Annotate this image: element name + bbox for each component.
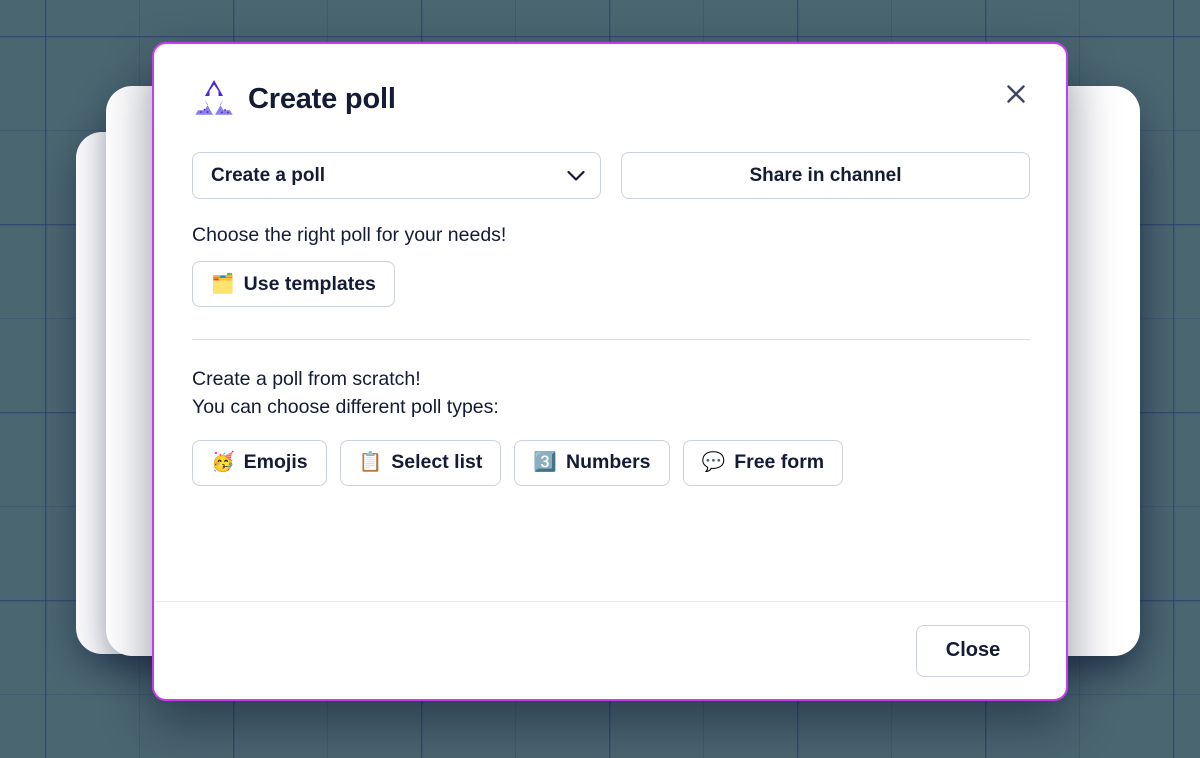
speech-balloon-icon: 💬: [701, 451, 726, 474]
scratch-line-2: You can choose different poll types:: [192, 396, 499, 419]
card-index-dividers-icon: 🗂️: [211, 272, 235, 295]
poll-type-free-form-button[interactable]: 💬 Free form: [682, 439, 844, 486]
poll-mode-select[interactable]: Create a poll: [192, 152, 601, 199]
poll-type-label: Free form: [734, 451, 825, 474]
templates-row: 🗂️ Use templates: [192, 261, 1030, 308]
poll-type-emojis-button[interactable]: 🥳 Emojis: [192, 439, 327, 486]
create-poll-modal: Create poll Create a poll Share in chann…: [152, 42, 1068, 701]
poll-mode-select-wrapper: Create a poll: [192, 152, 601, 199]
scratch-text-block: Create a poll from scratch! You can choo…: [192, 366, 1030, 421]
choose-poll-text: Choose the right poll for your needs!: [192, 224, 507, 246]
modal-body: Create a poll Share in channel Choose th…: [154, 120, 1066, 601]
close-button[interactable]: Close: [916, 624, 1030, 677]
page-title: Create poll: [248, 82, 396, 115]
share-in-channel-button[interactable]: Share in channel: [620, 152, 1030, 199]
poll-types-row: 🥳 Emojis 📋 Select list 3️⃣ Numbers 💬 Fre…: [192, 439, 1030, 486]
app-root: Create poll Create a poll Share in chann…: [0, 0, 1200, 758]
clipboard-icon: 📋: [358, 451, 383, 474]
poll-type-label: Emojis: [243, 451, 308, 474]
poll-type-numbers-button[interactable]: 3️⃣ Numbers: [514, 439, 670, 486]
poll-type-label: Select list: [391, 451, 483, 474]
modal-header: Create poll: [154, 44, 1066, 120]
modal-footer: Close: [154, 601, 1066, 699]
section-divider: [192, 339, 1030, 341]
keycap-three-icon: 3️⃣: [533, 451, 557, 474]
poll-type-label: Numbers: [566, 451, 651, 474]
scratch-line-1: Create a poll from scratch!: [192, 368, 421, 391]
partying-face-icon: 🥳: [211, 451, 235, 474]
close-icon: [1007, 85, 1025, 103]
close-icon-button[interactable]: [996, 74, 1036, 114]
use-templates-button[interactable]: 🗂️ Use templates: [192, 261, 395, 308]
top-controls-row: Create a poll Share in channel: [192, 152, 1030, 199]
use-templates-label: Use templates: [243, 272, 376, 295]
poll-type-select-list-button[interactable]: 📋 Select list: [339, 439, 502, 486]
polly-triangle-logo-icon: [195, 80, 233, 115]
